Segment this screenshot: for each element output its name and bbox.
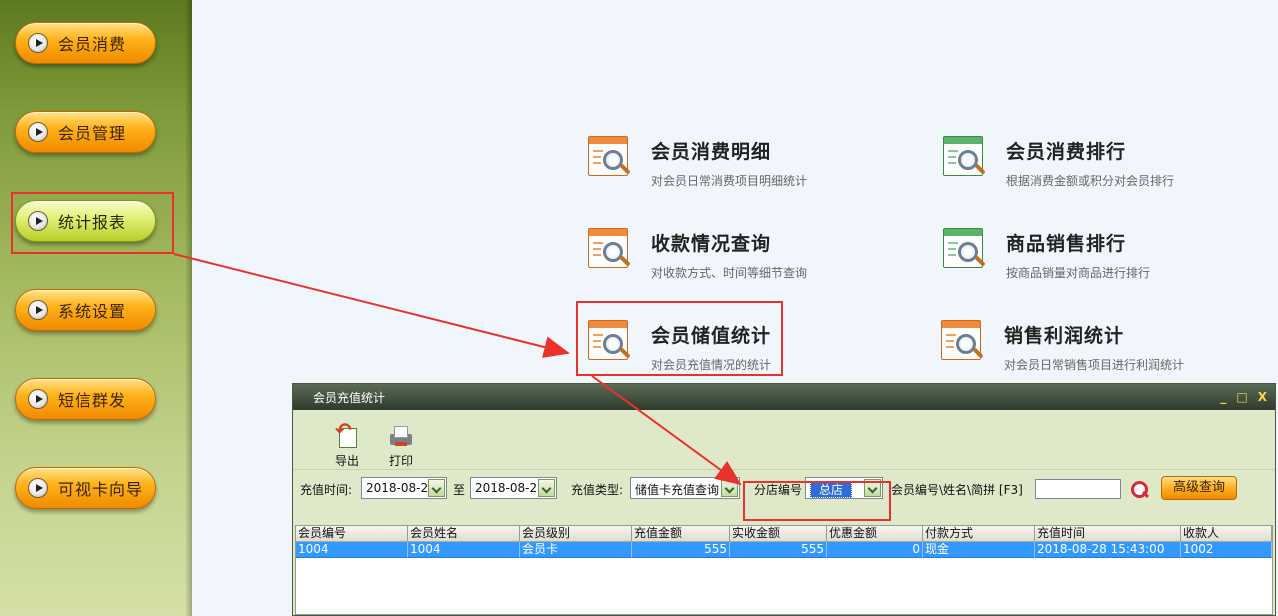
date-to-field[interactable]: 2018-08-29 [470, 477, 557, 499]
arrow-nav-to-report [173, 253, 570, 358]
store-number-value: 总店 [810, 482, 853, 498]
chevron-down-icon[interactable] [864, 479, 881, 497]
col-header[interactable]: 实收金额 [730, 526, 827, 542]
window-title: 会员充值统计 [313, 390, 386, 405]
report-desc: 对会员充值情况的统计 [651, 358, 772, 372]
sidebar: 会员消费 会员管理 统计报表 系统设置 短信群发 可视卡向导 [0, 0, 192, 616]
print-label: 打印 [388, 454, 413, 468]
chevron-down-icon[interactable] [428, 479, 445, 497]
report-title: 商品销售排行 [1006, 233, 1127, 255]
report-member-consumption-detail[interactable]: 会员消费明细 对会员日常消费项目明细统计 [585, 134, 807, 189]
cell-received-amount: 555 [730, 542, 827, 558]
export-button[interactable]: 导出 [327, 418, 367, 469]
recharge-time-label: 充值时间: [300, 483, 353, 497]
nav-label: 会员管理 [58, 124, 127, 143]
report-member-stored-value[interactable]: 会员储值统计 对会员充值情况的统计 [585, 318, 771, 373]
member-search-input[interactable] [1035, 479, 1121, 499]
to-label: 至 [453, 483, 466, 497]
col-header[interactable]: 收款人 [1181, 526, 1272, 542]
store-number-label: 分店编号 [754, 483, 803, 497]
nav-card-wizard-button[interactable]: 可视卡向导 [15, 467, 156, 509]
cell-cashier: 1002 [1181, 542, 1272, 558]
minimize-icon[interactable]: _ [1220, 391, 1226, 403]
report-title: 会员储值统计 [651, 325, 772, 347]
report-desc: 对会员日常消费项目明细统计 [651, 174, 808, 188]
date-from-field[interactable]: 2018-08-28 [361, 477, 447, 499]
export-label: 导出 [334, 454, 359, 468]
cell-recharge-time: 2018-08-28 15:43:00 [1035, 542, 1181, 558]
cell-member-level: 会员卡 [520, 542, 632, 558]
recharge-type-value: 储值卡充值查询 [635, 483, 720, 497]
play-icon [28, 122, 48, 142]
recharge-type-select[interactable]: 储值卡充值查询 [630, 477, 740, 499]
advanced-search-button[interactable]: 高级查询 [1161, 476, 1237, 500]
report-title: 收款情况查询 [651, 233, 772, 255]
report-title: 销售利润统计 [1004, 325, 1125, 347]
export-icon [335, 418, 359, 448]
report-member-consumption-ranking[interactable]: 会员消费排行 根据消费金额或积分对会员排行 [940, 134, 1174, 189]
table-header-row: 会员编号 会员姓名 会员级别 充值金额 实收金额 优惠金额 付款方式 充值时间 … [296, 526, 1272, 542]
nav-label: 系统设置 [58, 302, 127, 321]
report-orange-icon [585, 134, 635, 184]
report-green-icon [940, 226, 990, 276]
report-desc: 对收款方式、时间等细节查询 [651, 266, 808, 280]
print-button[interactable]: 打印 [381, 424, 421, 469]
report-desc: 按商品销量对商品进行排行 [1006, 266, 1151, 280]
cell-payment-method: 现金 [923, 542, 1035, 558]
close-icon[interactable]: X [1258, 391, 1267, 403]
search-icon[interactable] [1129, 479, 1149, 499]
col-header[interactable]: 会员级别 [520, 526, 632, 542]
report-green-icon [940, 134, 990, 184]
nav-member-management-button[interactable]: 会员管理 [15, 111, 156, 153]
report-product-sales-ranking[interactable]: 商品销售排行 按商品销量对商品进行排行 [940, 226, 1150, 281]
member-search-label: 会员编号\姓名\简拼 [F3] [891, 483, 1023, 497]
report-title: 会员消费排行 [1006, 141, 1127, 163]
report-payment-query[interactable]: 收款情况查询 对收款方式、时间等细节查询 [585, 226, 807, 281]
nav-label: 可视卡向导 [58, 480, 144, 499]
nav-member-consumption-button[interactable]: 会员消费 [15, 22, 156, 64]
play-icon [28, 478, 48, 498]
col-header[interactable]: 付款方式 [923, 526, 1035, 542]
play-icon [28, 389, 48, 409]
col-header[interactable]: 充值金额 [632, 526, 730, 542]
date-to-value: 2018-08-29 [475, 481, 545, 495]
recharge-type-label: 充值类型: [571, 483, 624, 497]
chevron-down-icon[interactable] [538, 479, 555, 497]
play-icon [28, 33, 48, 53]
col-header[interactable]: 优惠金额 [827, 526, 923, 542]
report-title: 会员消费明细 [651, 141, 772, 163]
nav-sms-broadcast-button[interactable]: 短信群发 [15, 378, 156, 420]
report-sales-profit[interactable]: 销售利润统计 对会员日常销售项目进行利润统计 [938, 318, 1184, 373]
cell-member-id: 1004 [296, 542, 408, 558]
cell-recharge-amount: 555 [632, 542, 730, 558]
recharge-table: 会员编号 会员姓名 会员级别 充值金额 实收金额 优惠金额 付款方式 充值时间 … [295, 525, 1273, 615]
col-header[interactable]: 会员编号 [296, 526, 408, 542]
report-desc: 对会员日常销售项目进行利润统计 [1004, 358, 1185, 372]
date-from-value: 2018-08-28 [366, 481, 436, 495]
report-desc: 根据消费金额或积分对会员排行 [1006, 174, 1175, 188]
play-icon [28, 300, 48, 320]
play-icon [28, 211, 48, 231]
nav-label: 短信群发 [58, 391, 127, 410]
store-number-select[interactable]: 总店 [805, 477, 883, 499]
print-icon [389, 424, 413, 448]
nav-system-settings-button[interactable]: 系统设置 [15, 289, 156, 331]
window-titlebar: 会员充值统计 _ □ X [293, 384, 1275, 410]
nav-statistics-report-button[interactable]: 统计报表 [15, 200, 156, 242]
chevron-down-icon[interactable] [721, 479, 738, 497]
maximize-icon[interactable]: □ [1236, 391, 1247, 403]
nav-label: 统计报表 [58, 213, 127, 232]
report-orange-icon [938, 318, 988, 368]
col-header[interactable]: 会员姓名 [408, 526, 520, 542]
cell-member-name: 1004 [408, 542, 520, 558]
report-orange-icon [585, 318, 635, 368]
cell-discount-amount: 0 [827, 542, 923, 558]
recharge-stats-window: 会员充值统计 _ □ X 导出 打印 充值时间: 2018-08-28 至 20… [292, 383, 1276, 616]
window-toolbar: 导出 打印 [293, 410, 1275, 470]
report-orange-icon [585, 226, 635, 276]
table-row[interactable]: 1004 1004 会员卡 555 555 0 现金 2018-08-28 15… [296, 542, 1272, 558]
filter-bar: 充值时间: 2018-08-28 至 2018-08-29 充值类型: 储值卡充… [293, 470, 1275, 506]
col-header[interactable]: 充值时间 [1035, 526, 1181, 542]
nav-label: 会员消费 [58, 35, 127, 54]
